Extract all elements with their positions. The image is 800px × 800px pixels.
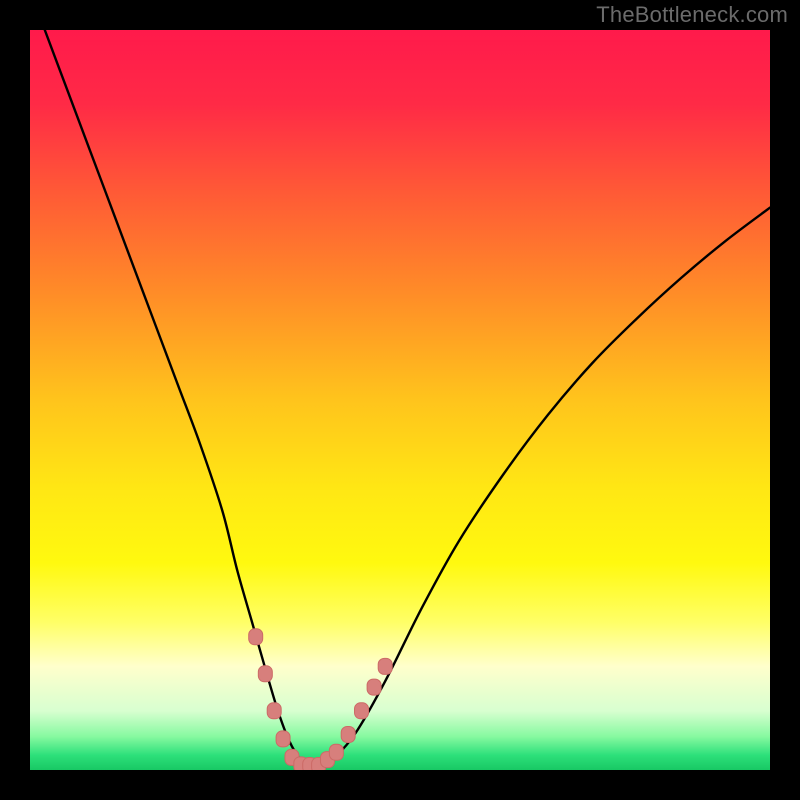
curve-marker bbox=[378, 658, 392, 674]
curve-marker bbox=[341, 726, 355, 742]
curve-marker bbox=[355, 703, 369, 719]
chart-frame: TheBottleneck.com bbox=[0, 0, 800, 800]
curve-marker bbox=[276, 731, 290, 747]
curve-marker bbox=[258, 666, 272, 682]
curve-marker bbox=[329, 744, 343, 760]
curve-marker bbox=[367, 679, 381, 695]
curve-marker bbox=[249, 629, 263, 645]
curve-marker bbox=[267, 703, 281, 719]
watermark-text: TheBottleneck.com bbox=[596, 2, 788, 28]
bottleneck-plot bbox=[30, 30, 770, 770]
gradient-background bbox=[30, 30, 770, 770]
